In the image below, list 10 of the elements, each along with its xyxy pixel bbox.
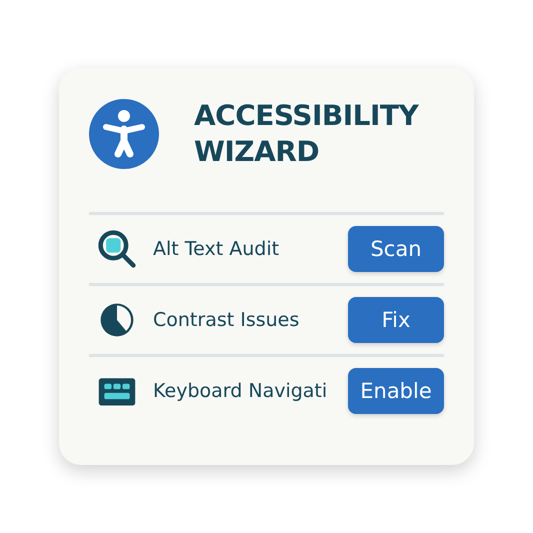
wizard-title: WIZARD xyxy=(194,134,320,170)
action-button[interactable]: Fix xyxy=(348,297,444,343)
feature-label: Contrast Issues xyxy=(153,309,300,331)
action-button[interactable]: Scan xyxy=(348,226,444,272)
feature-label: Alt Text Audit xyxy=(153,238,280,260)
wizard-title: ACCESSIBILITY xyxy=(194,98,418,134)
feature-label: Keyboard Navigati xyxy=(153,380,328,402)
accessibility-icon xyxy=(89,99,159,169)
magnifier-icon xyxy=(97,229,137,269)
action-button[interactable]: Enable xyxy=(348,368,444,414)
